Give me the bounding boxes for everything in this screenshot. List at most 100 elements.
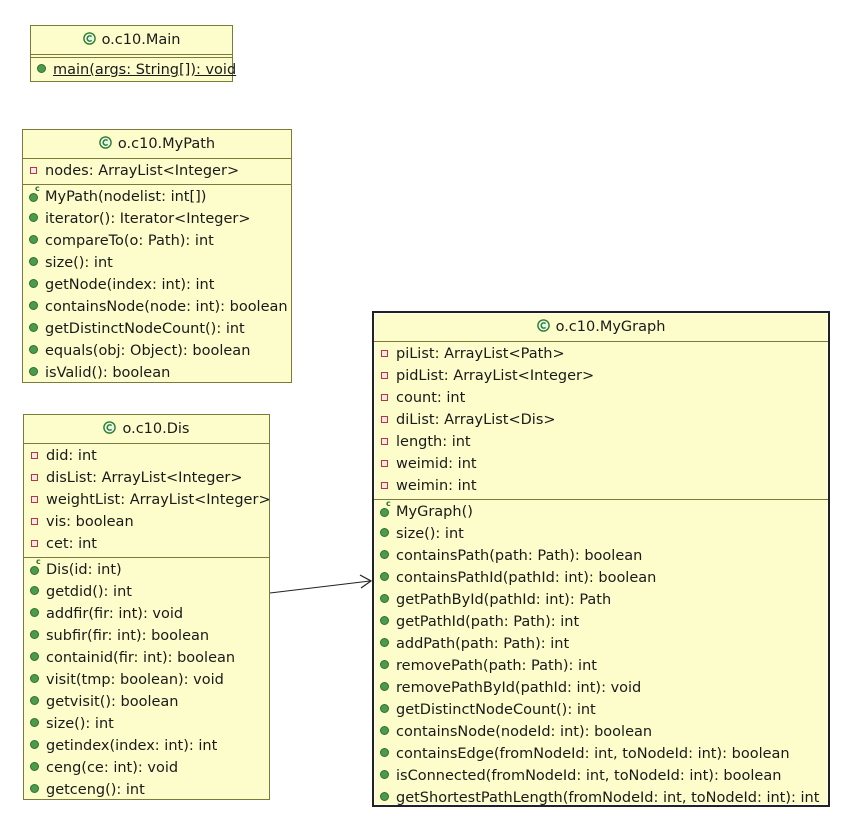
- operation-label: isConnected(fromNodeId: int, toNodeId: i…: [396, 768, 782, 784]
- class-name: o.c10.Main: [101, 32, 181, 48]
- attribute-row[interactable]: length: int: [374, 431, 828, 453]
- operation-label: getceng(): int: [46, 782, 145, 798]
- operation-row[interactable]: removePath(path: Path): int: [374, 655, 828, 677]
- attribute-row[interactable]: did: int: [24, 445, 269, 467]
- operation-row[interactable]: containsNode(nodeId: int): boolean: [374, 721, 828, 743]
- attribute-row[interactable]: weimin: int: [374, 475, 828, 497]
- operation-row[interactable]: containsPathId(pathId: int): boolean: [374, 567, 828, 589]
- attribute-row[interactable]: weightList: ArrayList<Integer>: [24, 489, 271, 511]
- public-method-icon: [380, 588, 394, 610]
- operation-row[interactable]: size(): int: [23, 252, 291, 274]
- operation-label: MyGraph(): [396, 504, 473, 520]
- attribute-row[interactable]: pidList: ArrayList<Integer>: [374, 365, 828, 387]
- association-line: [269, 580, 371, 594]
- operation-row[interactable]: getDistinctNodeCount(): int: [374, 699, 828, 721]
- public-method-icon: [30, 668, 44, 690]
- public-method-icon: [30, 646, 44, 668]
- operation-row[interactable]: isConnected(fromNodeId: int, toNodeId: i…: [374, 765, 828, 787]
- attribute-row[interactable]: nodes: ArrayList<Integer>: [23, 160, 291, 182]
- class-icon: [82, 32, 96, 49]
- operation-label: size(): int: [396, 526, 464, 542]
- operation-row[interactable]: getindex(index: int): int: [24, 735, 269, 757]
- class-title: o.c10.Dis: [24, 415, 269, 444]
- attribute-label: did: int: [46, 448, 97, 464]
- constructor-icon: c: [380, 500, 394, 522]
- operation-label: compareTo(o: Path): int: [45, 233, 214, 249]
- operation-row[interactable]: isValid(): boolean: [23, 362, 291, 384]
- attribute-label: weimid: int: [396, 456, 477, 472]
- operation-row[interactable]: getPathById(pathId: int): Path: [374, 589, 828, 611]
- operation-row[interactable]: getNode(index: int): int: [23, 274, 291, 296]
- operation-label: getPathById(pathId: int): Path: [396, 592, 612, 608]
- attribute-row[interactable]: cet: int: [24, 533, 269, 555]
- operation-row[interactable]: getPathId(path: Path): int: [374, 611, 828, 633]
- operation-row[interactable]: getDistinctNodeCount(): int: [23, 318, 291, 340]
- constructor-row[interactable]: c MyPath(nodelist: int[]): [23, 185, 291, 208]
- attribute-row[interactable]: count: int: [374, 387, 828, 409]
- operation-row[interactable]: visit(tmp: boolean): void: [24, 669, 269, 691]
- public-method-icon: [30, 624, 44, 646]
- operation-row[interactable]: getceng(): int: [24, 779, 269, 801]
- public-method-icon: [380, 786, 394, 808]
- operation-row[interactable]: addfir(fir: int): void: [24, 603, 269, 625]
- private-field-icon: [30, 466, 44, 488]
- class-icon: [99, 136, 112, 153]
- public-method-icon: [380, 720, 394, 742]
- public-method-icon: [380, 632, 394, 654]
- operation-row[interactable]: main(args: String[]): void: [31, 58, 236, 81]
- attribute-label: disList: ArrayList<Integer>: [46, 470, 243, 486]
- operation-label: getdid(): int: [46, 584, 132, 600]
- operation-label: containsPathId(pathId: int): boolean: [396, 570, 657, 586]
- public-method-icon: [380, 566, 394, 588]
- class-title: o.c10.MyGraph: [374, 313, 828, 342]
- operation-row[interactable]: getvisit(): boolean: [24, 691, 269, 713]
- operation-label: MyPath(nodelist: int[]): [45, 189, 207, 205]
- public-method-icon: [29, 273, 43, 295]
- operation-label: containid(fir: int): boolean: [46, 650, 236, 666]
- operation-row[interactable]: getShortestPathLength(fromNodeId: int, t…: [374, 787, 828, 809]
- public-method-icon: [30, 602, 44, 624]
- attribute-row[interactable]: piList: ArrayList<Path>: [374, 343, 828, 365]
- public-static-method-icon: [37, 58, 51, 80]
- operation-row[interactable]: ceng(ce: int): void: [24, 757, 269, 779]
- attribute-row[interactable]: vis: boolean: [24, 511, 269, 533]
- operation-row[interactable]: containsEdge(fromNodeId: int, toNodeId: …: [374, 743, 828, 765]
- operation-label: getindex(index: int): int: [46, 738, 218, 754]
- public-method-icon: [380, 676, 394, 698]
- private-field-icon: [29, 159, 43, 181]
- class-mypath[interactable]: o.c10.MyPath nodes: ArrayList<Integer> c…: [22, 129, 292, 383]
- private-field-icon: [380, 452, 394, 474]
- operations-compartment: c MyGraph() size(): int containsPath(path: …: [374, 500, 828, 811]
- operation-row[interactable]: containsPath(path: Path): boolean: [374, 545, 828, 567]
- operation-row[interactable]: addPath(path: Path): int: [374, 633, 828, 655]
- public-method-icon: [29, 251, 43, 273]
- operation-row[interactable]: iterator(): Iterator<Integer>: [23, 208, 291, 230]
- class-name: o.c10.Dis: [122, 421, 190, 437]
- operation-row[interactable]: equals(obj: Object): boolean: [23, 340, 291, 362]
- attribute-label: piList: ArrayList<Path>: [396, 346, 565, 362]
- private-field-icon: [380, 430, 394, 452]
- public-method-icon: [380, 610, 394, 632]
- operation-label: getDistinctNodeCount(): int: [45, 321, 245, 337]
- operation-row[interactable]: compareTo(o: Path): int: [23, 230, 291, 252]
- public-method-icon: [380, 698, 394, 720]
- class-mygraph[interactable]: o.c10.MyGraph piList: ArrayList<Path> pid…: [372, 311, 830, 807]
- operation-row[interactable]: size(): int: [24, 713, 269, 735]
- public-method-icon: [30, 778, 44, 800]
- operation-row[interactable]: removePathById(pathId: int): void: [374, 677, 828, 699]
- operation-row[interactable]: size(): int: [374, 523, 828, 545]
- operation-row[interactable]: containsNode(node: int): boolean: [23, 296, 291, 318]
- operation-row[interactable]: containid(fir: int): boolean: [24, 647, 269, 669]
- class-main[interactable]: o.c10.Main main(args: String[]): void: [30, 25, 236, 82]
- attribute-label: diList: ArrayList<Dis>: [396, 412, 556, 428]
- attribute-row[interactable]: weimid: int: [374, 453, 828, 475]
- attribute-row[interactable]: disList: ArrayList<Integer>: [24, 467, 269, 489]
- operation-row[interactable]: getdid(): int: [24, 581, 269, 603]
- attribute-row[interactable]: diList: ArrayList<Dis>: [374, 409, 828, 431]
- class-dis[interactable]: o.c10.Dis did: int disList: ArrayList<Int…: [23, 414, 271, 801]
- public-method-icon: [380, 654, 394, 676]
- constructor-row[interactable]: c MyGraph(): [374, 500, 828, 523]
- attribute-label: count: int: [396, 390, 466, 406]
- constructor-row[interactable]: c Dis(id: int): [24, 558, 269, 581]
- operation-row[interactable]: subfir(fir: int): boolean: [24, 625, 269, 647]
